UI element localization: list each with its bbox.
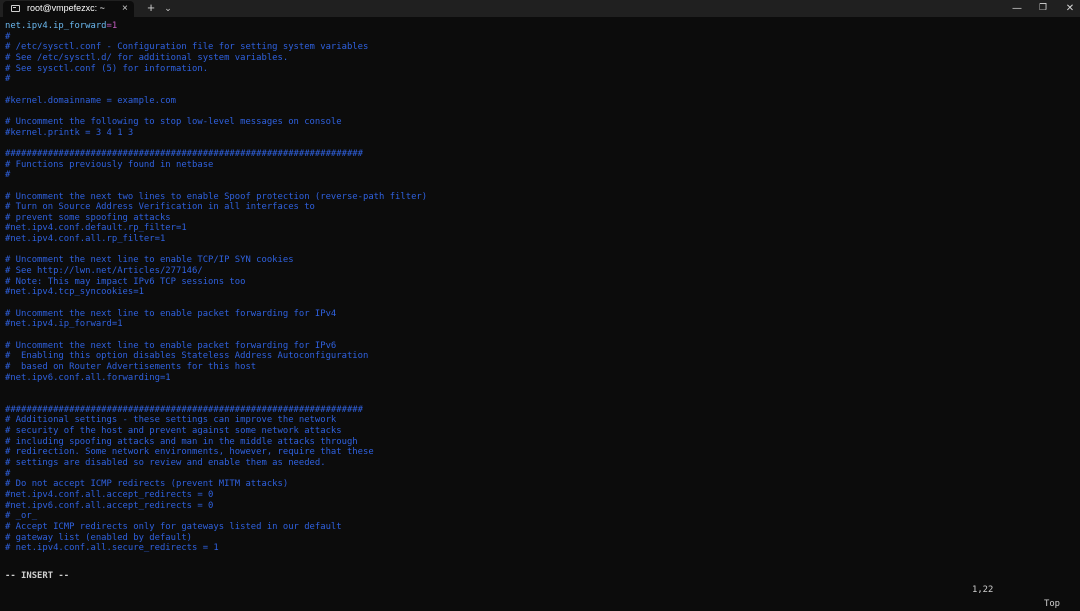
editor-line: #net.ipv4.tcp_syncookies=1 <box>5 287 144 298</box>
cursor-position: 1,22 <box>972 585 994 595</box>
editor-line: # <box>5 170 11 181</box>
editor-line: # See sysctl.conf (5) for information. <box>5 63 209 74</box>
editor-line: # Additional settings - these settings c… <box>5 415 337 426</box>
editor-line: # settings are disabled so review and en… <box>5 457 326 468</box>
editor-line: # /etc/sysctl.conf - Configuration file … <box>5 42 369 53</box>
editor-line-first: net.ipv4.ip_forward=1 <box>5 21 1075 32</box>
editor-line: # Uncomment the next line to enable pack… <box>5 340 337 351</box>
editor-line: #net.ipv6.conf.all.forwarding=1 <box>5 372 171 383</box>
editor-line: #net.ipv4.ip_forward=1 <box>5 319 123 330</box>
editor-line: # net.ipv4.conf.all.secure_redirects = 1 <box>5 543 219 554</box>
tab-dropdown-button[interactable]: ⌄ <box>161 1 175 15</box>
editor-line: # Uncomment the following to stop low-le… <box>5 116 342 127</box>
new-tab-button[interactable]: + <box>144 1 158 15</box>
editor-line: #kernel.printk = 3 4 1 3 <box>5 127 134 138</box>
editor-line: # Uncomment the next two lines to enable… <box>5 191 428 202</box>
editor-line: # Enabling this option disables Stateles… <box>5 351 369 362</box>
editor-line: #kernel.domainname = example.com <box>5 95 176 106</box>
editor-line: # _or_ <box>5 511 38 522</box>
editor-line: # gateway list (enabled by default) <box>5 532 193 543</box>
editor-line: # Uncomment the next line to enable TCP/… <box>5 255 294 266</box>
tab-close-icon[interactable]: × <box>122 2 128 15</box>
editor-line: # See http://lwn.net/Articles/277146/ <box>5 266 203 277</box>
editor-line: # Do not accept ICMP redirects (prevent … <box>5 479 289 490</box>
editor-line: # See /etc/sysctl.d/ for additional syst… <box>5 52 289 63</box>
editor-line: ########################################… <box>5 148 363 159</box>
scroll-position: Top <box>1044 599 1061 609</box>
editor-line: # <box>5 31 11 42</box>
editor-line: # based on Router Advertisements for thi… <box>5 362 257 372</box>
editor-line: # prevent some spoofing attacks <box>5 212 171 223</box>
close-window-button[interactable]: ✕ <box>1054 0 1080 17</box>
config-key: net.ipv4.ip_forward <box>5 21 107 31</box>
config-value: 1 <box>111 21 118 31</box>
editor-line: #net.ipv4.conf.default.rp_filter=1 <box>5 223 187 234</box>
editor-line: # Uncomment the next line to enable pack… <box>5 308 337 319</box>
editor-lines: # # /etc/sysctl.conf - Configuration file… <box>5 32 1075 554</box>
editor-line: # <box>5 74 11 85</box>
editor-line: # including spoofing attacks and man in … <box>5 436 358 447</box>
title-bar: root@vmpefezxc: ~ × + ⌄ — ❐ ✕ <box>0 0 1080 17</box>
vim-mode-indicator: -- INSERT -- <box>5 571 70 581</box>
terminal-editor[interactable]: net.ipv4.ip_forward=1 # # /etc/sysctl.con… <box>5 21 1075 554</box>
editor-line: ########################################… <box>5 404 363 415</box>
editor-line: # redirection. Some network environments… <box>5 447 374 458</box>
editor-line: #net.ipv4.conf.all.rp_filter=1 <box>5 234 166 245</box>
status-bar: -- INSERT -- 1,22 Top <box>0 555 1080 609</box>
terminal-icon <box>11 5 20 12</box>
editor-line: # Functions previously found in netbase <box>5 159 214 170</box>
tab-title: root@vmpefezxc: ~ <box>27 3 105 13</box>
editor-line: # Turn on Source Address Verification in… <box>5 202 315 213</box>
editor-line: # Accept ICMP redirects only for gateway… <box>5 521 342 532</box>
editor-line: # <box>5 468 11 479</box>
editor-line: #net.ipv6.conf.all.accept_redirects = 0 <box>5 500 214 511</box>
terminal-tab[interactable]: root@vmpefezxc: ~ × <box>3 1 134 17</box>
editor-line: # Note: This may impact IPv6 TCP session… <box>5 276 246 287</box>
editor-line: #net.ipv4.conf.all.accept_redirects = 0 <box>5 489 214 500</box>
editor-line: # security of the host and prevent again… <box>5 425 342 436</box>
